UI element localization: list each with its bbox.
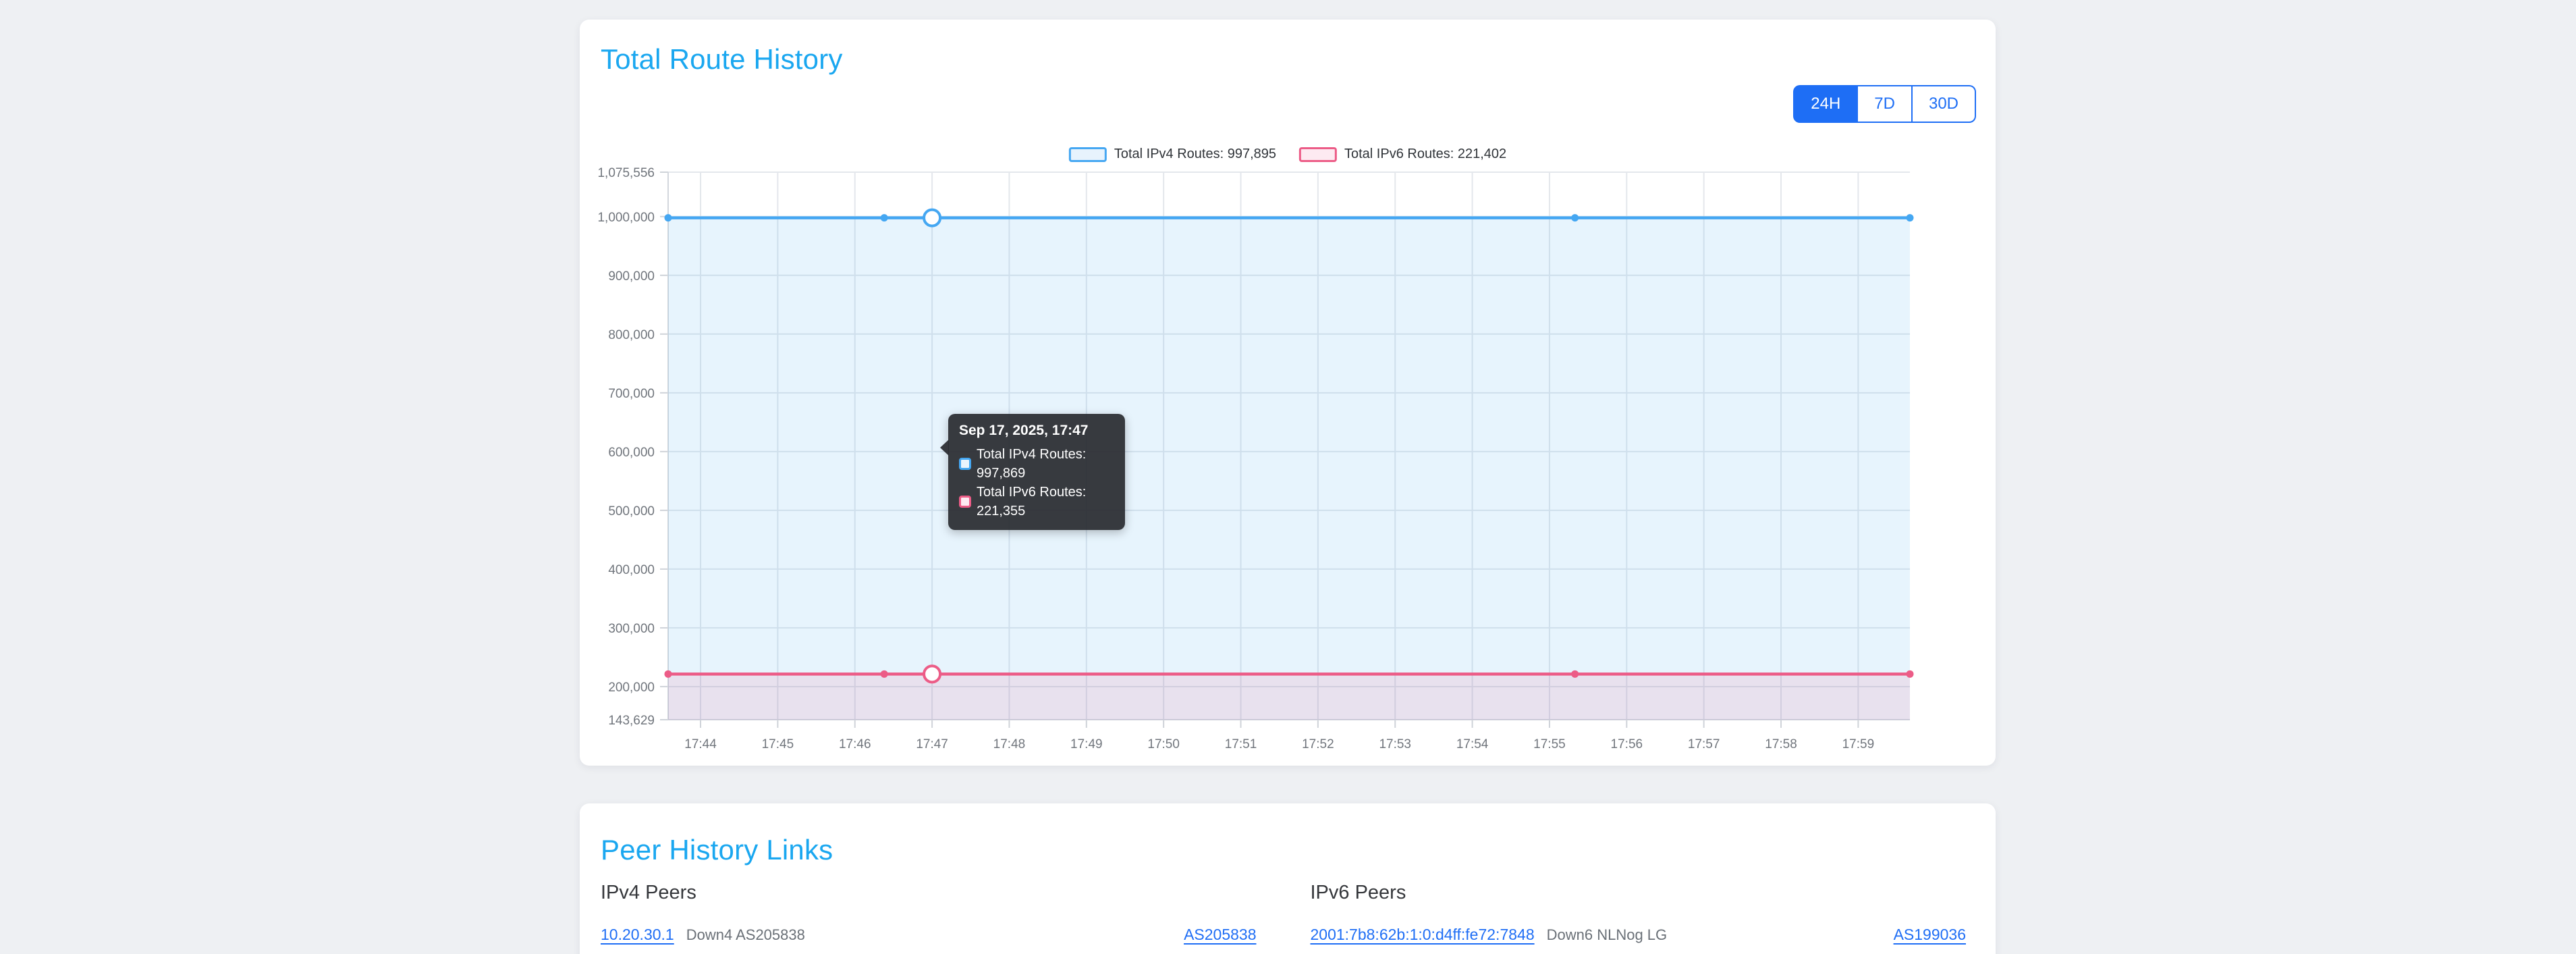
chart-legend: Total IPv4 Routes: 997,895 Total IPv6 Ro… xyxy=(1069,147,1506,162)
svg-text:900,000: 900,000 xyxy=(608,269,655,284)
ipv6-peer-asn-link[interactable]: AS199036 xyxy=(1894,926,1966,944)
svg-text:700,000: 700,000 xyxy=(608,387,655,401)
svg-text:17:48: 17:48 xyxy=(993,737,1026,751)
svg-text:400,000: 400,000 xyxy=(608,563,655,577)
peer-columns: IPv4 Peers 10.20.30.1 Down4 AS205838 AS2… xyxy=(601,882,1966,944)
ipv6-peers-column: IPv6 Peers 2001:7b8:62b:1:0:d4ff:fe72:78… xyxy=(1311,882,1967,944)
tooltip-ipv4-swatch xyxy=(959,458,971,470)
svg-text:17:44: 17:44 xyxy=(684,737,717,751)
svg-text:17:57: 17:57 xyxy=(1688,737,1720,751)
range-24h-button[interactable]: 24H xyxy=(1793,85,1857,123)
range-7d-button[interactable]: 7D xyxy=(1857,85,1912,123)
chart-tooltip: Sep 17, 2025, 17:47 Total IPv4 Routes: 9… xyxy=(948,414,1125,530)
svg-text:17:49: 17:49 xyxy=(1070,737,1103,751)
ipv4-peer-row: 10.20.30.1 Down4 AS205838 AS205838 xyxy=(601,926,1257,944)
svg-text:17:54: 17:54 xyxy=(1456,737,1489,751)
ipv6-legend-label: Total IPv6 Routes: 221,402 xyxy=(1344,147,1506,162)
ipv4-peer-address-link[interactable]: 10.20.30.1 xyxy=(601,926,674,944)
ipv4-peers-heading: IPv4 Peers xyxy=(601,882,1257,904)
tooltip-ipv6-row: Total IPv6 Routes: 221,355 xyxy=(959,483,1113,521)
svg-text:17:53: 17:53 xyxy=(1379,737,1411,751)
svg-text:300,000: 300,000 xyxy=(608,622,655,636)
legend-item-ipv4[interactable]: Total IPv4 Routes: 997,895 xyxy=(1069,147,1276,162)
tooltip-ipv4-row: Total IPv4 Routes: 997,869 xyxy=(959,445,1113,483)
svg-text:17:52: 17:52 xyxy=(1302,737,1334,751)
svg-text:17:45: 17:45 xyxy=(762,737,794,751)
ipv4-legend-label: Total IPv4 Routes: 997,895 xyxy=(1114,147,1276,162)
svg-text:17:50: 17:50 xyxy=(1147,737,1180,751)
tooltip-ipv6-value: Total IPv6 Routes: 221,355 xyxy=(977,483,1113,521)
total-route-history-card: 143,629 200,000 300,000 400,000 500,000 600,0… xyxy=(580,20,1996,766)
series-ipv6 xyxy=(665,666,1914,720)
ipv6-peer-address-link[interactable]: 2001:7b8:62b:1:0:d4ff:fe72:7848 xyxy=(1311,926,1535,944)
route-history-title: Total Route History xyxy=(601,43,843,76)
svg-text:17:46: 17:46 xyxy=(839,737,871,751)
tooltip-ipv4-value: Total IPv4 Routes: 997,869 xyxy=(977,445,1113,483)
tooltip-ipv6-swatch xyxy=(959,496,971,508)
ipv4-peer-description: Down4 AS205838 xyxy=(686,926,805,944)
route-history-chart: 143,629 200,000 300,000 400,000 500,000 600,0… xyxy=(580,20,1996,766)
svg-text:17:47: 17:47 xyxy=(916,737,948,751)
ipv6-peers-heading: IPv6 Peers xyxy=(1311,882,1967,904)
svg-text:600,000: 600,000 xyxy=(608,446,655,460)
svg-text:1,000,000: 1,000,000 xyxy=(597,211,655,225)
svg-text:800,000: 800,000 xyxy=(608,328,655,342)
svg-text:17:51: 17:51 xyxy=(1225,737,1257,751)
peer-history-links-card: Peer History Links IPv4 Peers 10.20.30.1… xyxy=(580,803,1996,954)
svg-text:1,075,556: 1,075,556 xyxy=(597,166,655,180)
ipv6-peer-description: Down6 NLNog LG xyxy=(1547,926,1668,944)
range-30d-button[interactable]: 30D xyxy=(1912,85,1976,123)
ipv6-legend-swatch xyxy=(1299,147,1337,162)
series-ipv4 xyxy=(665,210,1914,720)
svg-text:17:59: 17:59 xyxy=(1842,737,1875,751)
tooltip-date: Sep 17, 2025, 17:47 xyxy=(959,423,1113,439)
svg-text:17:55: 17:55 xyxy=(1533,737,1566,751)
svg-text:200,000: 200,000 xyxy=(608,681,655,695)
ipv4-peer-asn-link[interactable]: AS205838 xyxy=(1184,926,1256,944)
page: 143,629 200,000 300,000 400,000 500,000 600,0… xyxy=(0,0,2576,954)
legend-item-ipv6[interactable]: Total IPv6 Routes: 221,402 xyxy=(1299,147,1506,162)
ipv4-peers-column: IPv4 Peers 10.20.30.1 Down4 AS205838 AS2… xyxy=(601,882,1257,944)
peer-links-title: Peer History Links xyxy=(601,833,833,867)
svg-text:500,000: 500,000 xyxy=(608,504,655,519)
ipv4-legend-swatch xyxy=(1069,147,1107,162)
svg-text:17:58: 17:58 xyxy=(1765,737,1797,751)
svg-text:143,629: 143,629 xyxy=(608,714,655,728)
svg-text:17:56: 17:56 xyxy=(1611,737,1643,751)
ipv6-peer-row: 2001:7b8:62b:1:0:d4ff:fe72:7848 Down6 NL… xyxy=(1311,926,1967,944)
time-range-button-group: 24H 7D 30D xyxy=(1793,85,1976,123)
